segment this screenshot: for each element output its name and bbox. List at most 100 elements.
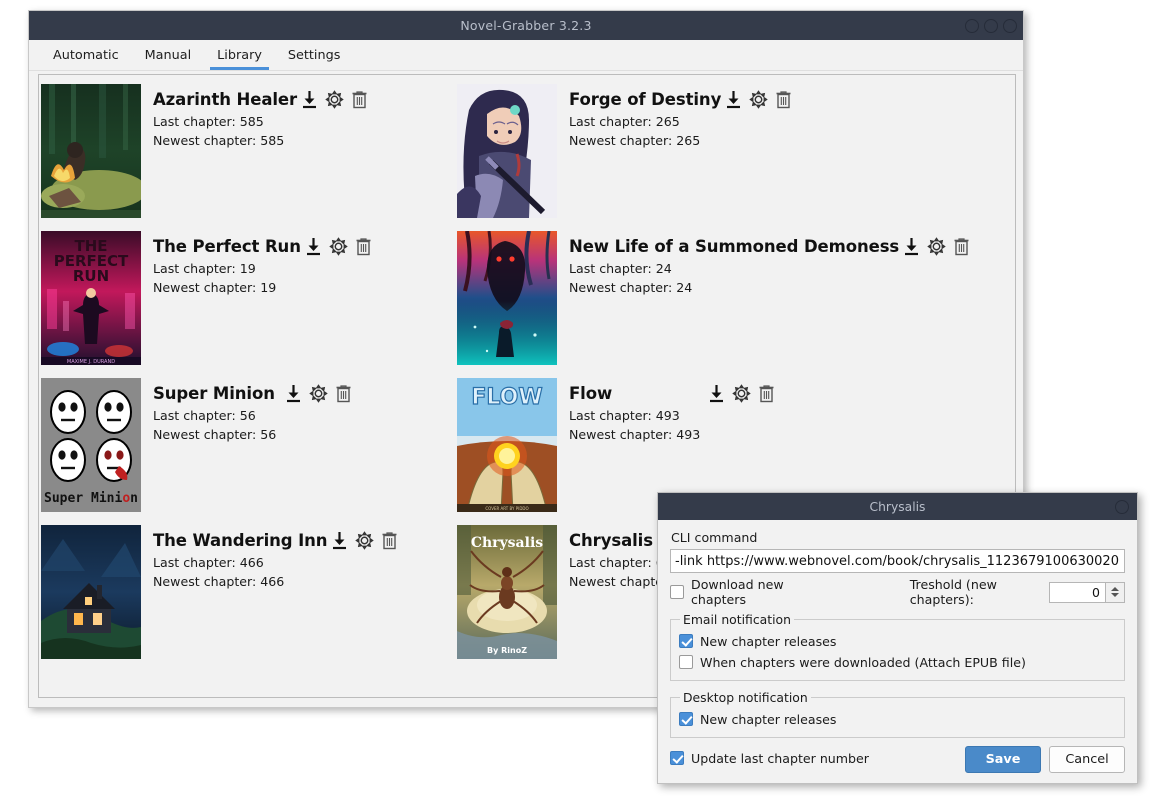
download-icon[interactable] bbox=[300, 89, 319, 110]
desktop-new-chapter-releases-label: New chapter releases bbox=[700, 711, 837, 727]
newest-chapter: Newest chapter: 585 bbox=[153, 132, 285, 148]
newest-chapter: Newest chapter: 19 bbox=[153, 279, 277, 295]
newest-chapter: Newest chapter: 265 bbox=[569, 132, 701, 148]
cli-command-label: CLI command bbox=[671, 530, 758, 545]
download-new-chapters-checkbox[interactable]: Download new chapters bbox=[670, 577, 814, 607]
email-new-chapter-releases-checkbox[interactable]: New chapter releases bbox=[679, 632, 1116, 650]
entry-meta: Azarinth Healer Last chapter: 585 Newest… bbox=[141, 84, 369, 218]
newest-chapter: Newest chapter: 466 bbox=[153, 573, 285, 589]
last-chapter: Last chapter: 585 bbox=[153, 114, 264, 129]
svg-text:Chrysalis: Chrysalis bbox=[471, 535, 543, 551]
tab-automatic-label: Automatic bbox=[53, 48, 119, 63]
close-button[interactable] bbox=[1003, 18, 1017, 33]
gear-icon[interactable] bbox=[325, 89, 344, 110]
cover-image bbox=[41, 525, 141, 659]
threshold-stepper[interactable]: 0 bbox=[1049, 581, 1125, 603]
trash-icon[interactable] bbox=[774, 89, 793, 110]
svg-text:RUN: RUN bbox=[73, 267, 109, 285]
entry-meta: The Perfect Run Last chapter: 19 Newest … bbox=[141, 231, 373, 365]
checkbox-box bbox=[679, 712, 693, 726]
cover-image: Super Minion bbox=[41, 378, 141, 512]
download-icon[interactable] bbox=[902, 236, 921, 257]
maximize-button[interactable] bbox=[984, 18, 998, 33]
dialog-close-button[interactable] bbox=[1115, 499, 1129, 514]
dialog-title: Chrysalis bbox=[869, 499, 926, 514]
gear-icon[interactable] bbox=[309, 383, 328, 404]
trash-icon[interactable] bbox=[334, 383, 353, 404]
update-last-chapter-checkbox[interactable]: Update last chapter number bbox=[670, 751, 869, 766]
stepper-down-icon[interactable] bbox=[1111, 593, 1119, 597]
gear-icon[interactable] bbox=[732, 383, 751, 404]
novel-title: Chrysalis bbox=[569, 530, 653, 550]
entry-actions bbox=[330, 530, 399, 551]
stepper-up-icon[interactable] bbox=[1111, 587, 1119, 591]
svg-text:MAXIME J. DURAND: MAXIME J. DURAND bbox=[67, 359, 115, 365]
trash-icon[interactable] bbox=[952, 236, 971, 257]
threshold-stepper-buttons[interactable] bbox=[1105, 581, 1125, 603]
last-chapter: Last chapter: 19 bbox=[153, 261, 256, 276]
email-notification-group: Email notification New chapter releases … bbox=[670, 612, 1125, 681]
cli-command-input[interactable] bbox=[670, 549, 1125, 573]
tab-automatic[interactable]: Automatic bbox=[40, 45, 132, 70]
trash-icon[interactable] bbox=[350, 89, 369, 110]
download-icon[interactable] bbox=[707, 383, 726, 404]
download-icon[interactable] bbox=[304, 236, 323, 257]
library-entry[interactable]: Super Minion Super Minion Last chapter: … bbox=[41, 378, 457, 512]
save-button[interactable]: Save bbox=[965, 746, 1041, 773]
svg-text:FLOW: FLOW bbox=[471, 385, 542, 410]
library-entry[interactable]: Forge of Destiny Last chapter: 265 Newes… bbox=[457, 84, 873, 218]
download-threshold-row: Download new chapters Treshold (new chap… bbox=[670, 577, 1125, 607]
gear-icon[interactable] bbox=[329, 236, 348, 257]
tab-library[interactable]: Library bbox=[204, 45, 275, 70]
library-row: Azarinth Healer Last chapter: 585 Newest… bbox=[41, 84, 1015, 231]
desktop-notification-legend: Desktop notification bbox=[683, 690, 808, 705]
desktop-new-chapter-releases-checkbox[interactable]: New chapter releases bbox=[679, 710, 1116, 728]
entry-title-line: New Life of a Summoned Demoness bbox=[569, 234, 971, 258]
library-entry[interactable]: New Life of a Summoned Demoness Last cha… bbox=[457, 231, 969, 365]
trash-icon[interactable] bbox=[354, 236, 373, 257]
trash-icon[interactable] bbox=[757, 383, 776, 404]
email-downloaded-epub-label: When chapters were downloaded (Attach EP… bbox=[700, 654, 1026, 670]
checkbox-box bbox=[670, 751, 684, 765]
threshold-label: Treshold (new chapters): bbox=[909, 577, 997, 607]
threshold-value[interactable]: 0 bbox=[1049, 581, 1105, 603]
gear-icon[interactable] bbox=[355, 530, 375, 551]
last-chapter: Last chapter: 6 bbox=[569, 555, 664, 570]
novel-title: Flow bbox=[569, 383, 613, 403]
library-entry[interactable]: Azarinth Healer Last chapter: 585 Newest… bbox=[41, 84, 457, 218]
download-icon[interactable] bbox=[284, 383, 303, 404]
novel-title: Super Minion bbox=[153, 383, 275, 403]
desktop-notification-group: Desktop notification New chapter release… bbox=[670, 690, 1125, 738]
download-new-chapters-label: Download new chapters bbox=[691, 577, 784, 607]
newest-chapter: Newest chapter: 493 bbox=[569, 426, 701, 442]
novel-title: The Perfect Run bbox=[153, 236, 301, 256]
library-row: THE PERFECT RUN MAXIME J. DURAND The Per… bbox=[41, 231, 1015, 378]
cover-image bbox=[41, 84, 141, 218]
gear-icon[interactable] bbox=[749, 89, 768, 110]
update-last-chapter-label: Update last chapter number bbox=[691, 750, 869, 766]
newest-chapter: Newest chapter: 56 bbox=[153, 426, 277, 442]
newest-chapter: Newest chapte bbox=[569, 573, 664, 589]
download-icon[interactable] bbox=[330, 530, 349, 551]
cancel-button[interactable]: Cancel bbox=[1049, 746, 1125, 773]
dialog-titlebar[interactable]: Chrysalis bbox=[658, 493, 1137, 520]
minimize-button[interactable] bbox=[965, 18, 979, 33]
entry-actions bbox=[284, 383, 353, 404]
entry-actions bbox=[724, 89, 793, 110]
entry-title-line: Chrysalis bbox=[569, 528, 664, 552]
library-entry[interactable]: THE PERFECT RUN MAXIME J. DURAND The Per… bbox=[41, 231, 457, 365]
window-titlebar[interactable]: Novel-Grabber 3.2.3 bbox=[29, 11, 1023, 40]
tab-manual[interactable]: Manual bbox=[132, 45, 205, 70]
entry-actions bbox=[707, 383, 776, 404]
gear-icon[interactable] bbox=[927, 236, 946, 257]
last-chapter: Last chapter: 265 bbox=[569, 114, 680, 129]
download-icon[interactable] bbox=[724, 89, 743, 110]
trash-icon[interactable] bbox=[380, 530, 399, 551]
entry-meta: Super Minion Last chapter: 56 Newest cha… bbox=[141, 378, 353, 512]
tab-settings[interactable]: Settings bbox=[275, 45, 354, 70]
cover-image: Chrysalis By RinoZ bbox=[457, 525, 557, 659]
email-downloaded-epub-checkbox[interactable]: When chapters were downloaded (Attach EP… bbox=[679, 653, 1116, 671]
library-entry[interactable]: The Wandering Inn Last chapter: 466 Newe… bbox=[41, 525, 457, 659]
email-notification-legend: Email notification bbox=[683, 612, 791, 627]
dialog-window-controls bbox=[1115, 493, 1129, 520]
